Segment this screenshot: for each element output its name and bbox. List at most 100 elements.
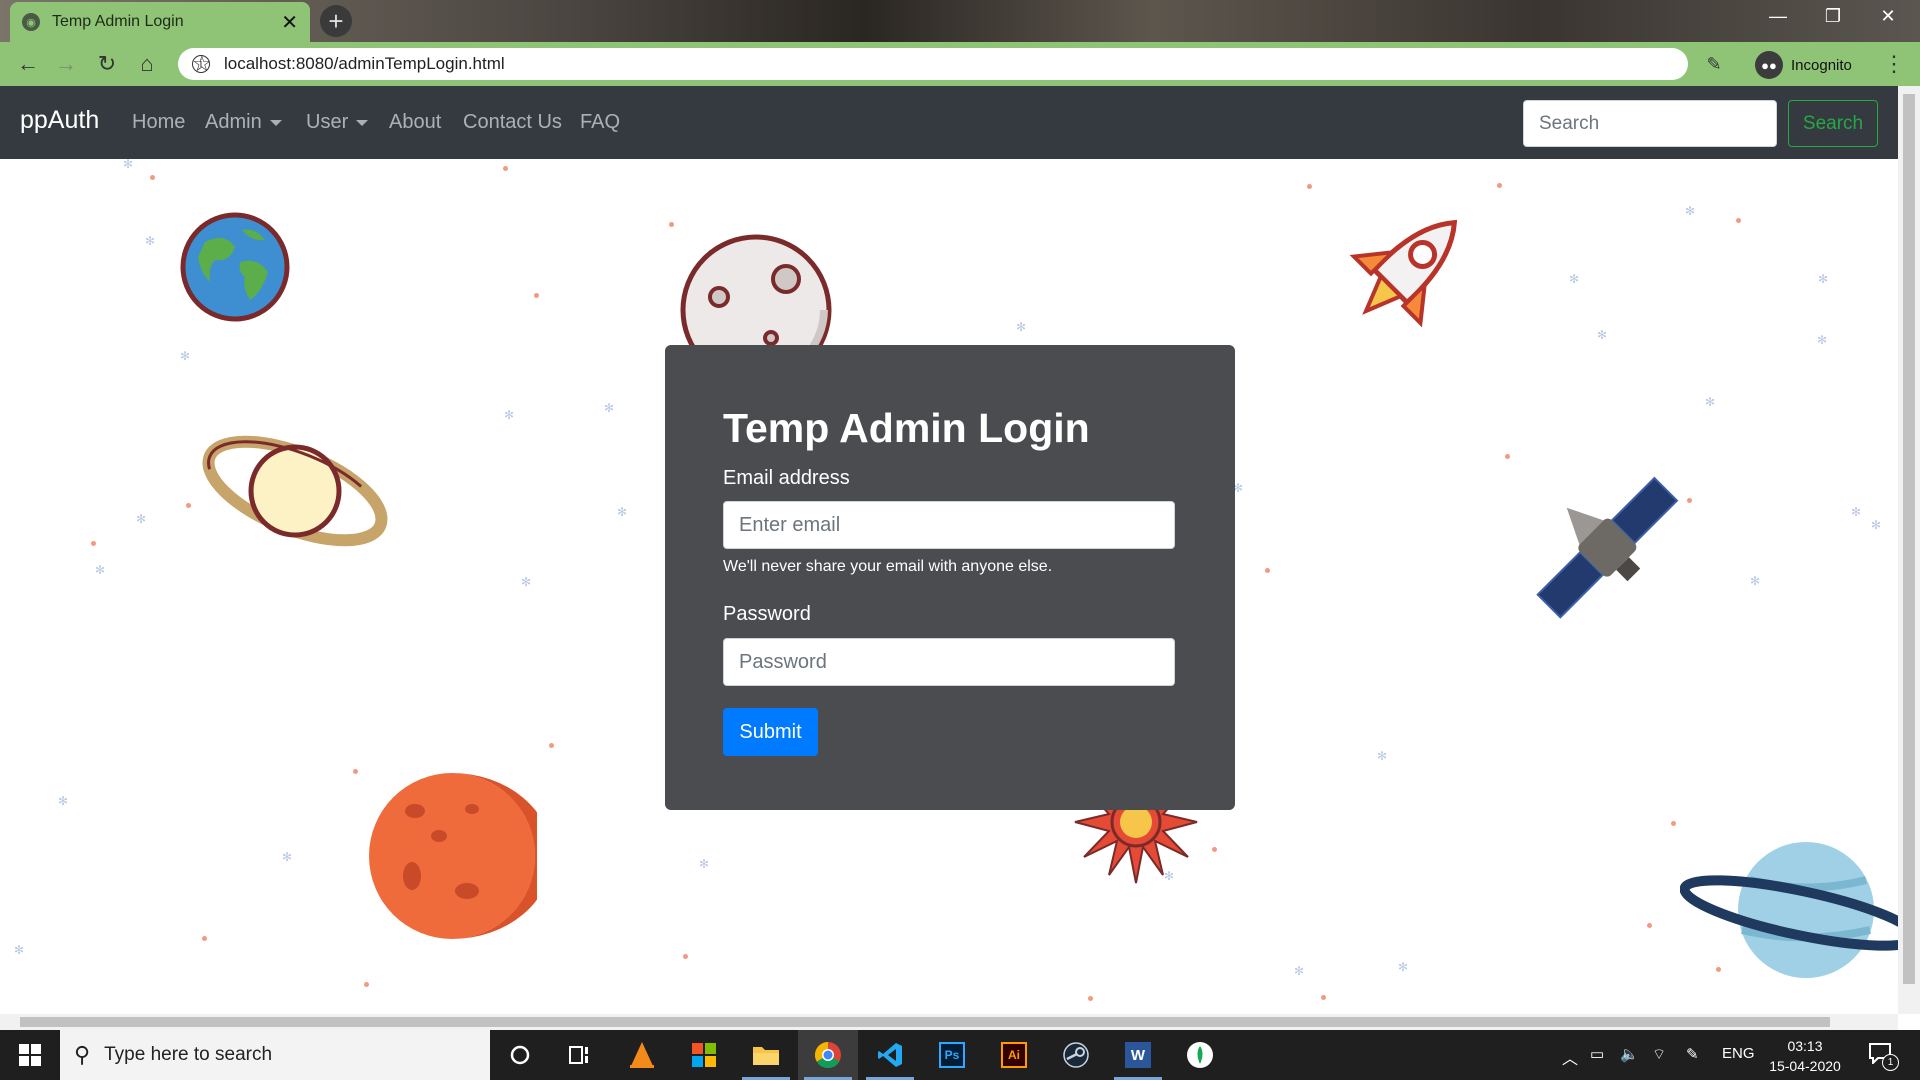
minimize-button[interactable]: —	[1758, 6, 1798, 27]
taskbar-app-word[interactable]: W	[1108, 1030, 1168, 1080]
taskbar-app-chrome[interactable]	[798, 1030, 858, 1080]
sparkle-icon: ✻	[180, 349, 191, 363]
mongodb-leaf-icon	[1187, 1042, 1213, 1068]
browser-title-bar: ◉ Temp Admin Login ✕ + — ❐ ✕	[0, 0, 1920, 42]
bookmark-star-icon[interactable]: ☆	[192, 53, 212, 75]
decorative-dot	[1736, 218, 1741, 223]
vertical-scrollbar[interactable]	[1898, 86, 1920, 1014]
start-button[interactable]	[0, 1030, 60, 1080]
sparkle-icon: ✻	[604, 401, 615, 415]
decorative-dot	[1321, 995, 1326, 1000]
language-indicator[interactable]: ENG	[1722, 1045, 1755, 1062]
chrome-icon	[814, 1041, 841, 1069]
site-navbar: ppAuth Home Admin User About Contact Us …	[0, 86, 1898, 159]
submit-button[interactable]: Submit	[723, 708, 818, 756]
folder-icon	[753, 1047, 779, 1065]
show-hidden-icons[interactable]: ︿	[1562, 1045, 1578, 1069]
nav-search-button[interactable]: Search	[1788, 100, 1878, 147]
sparkle-icon: ✻	[1569, 272, 1580, 286]
taskbar-app-photoshop[interactable]: Ps	[922, 1030, 982, 1080]
url-text[interactable]: localhost:8080/adminTempLogin.html	[224, 54, 1674, 74]
sparkle-icon: ✻	[136, 512, 147, 526]
back-arrow-icon[interactable]: ←	[14, 50, 42, 78]
taskbar-app-mongodb[interactable]	[1170, 1030, 1230, 1080]
cortana-button[interactable]	[490, 1030, 550, 1080]
sparkle-icon: ✻	[95, 563, 106, 577]
nav-contact-us[interactable]: Contact Us	[463, 111, 562, 134]
tab-title: Temp Admin Login	[52, 13, 184, 30]
forward-arrow-icon[interactable]: →	[52, 50, 80, 78]
blue-planet-icon	[1680, 842, 1898, 978]
password-field[interactable]	[723, 638, 1175, 686]
task-view-button[interactable]	[550, 1030, 610, 1080]
taskbar-app-vlc[interactable]	[612, 1030, 672, 1080]
action-center-button[interactable]: 1	[1866, 1040, 1899, 1071]
decorative-dot	[353, 769, 358, 774]
battery-icon[interactable]: ▭	[1590, 1045, 1604, 1063]
decorative-dot	[150, 175, 155, 180]
brand-logo[interactable]: ppAuth	[20, 106, 99, 135]
extension-icon[interactable]: ✎	[1700, 50, 1728, 78]
decorative-dot	[1265, 568, 1270, 573]
sparkle-icon: ✻	[1750, 574, 1761, 588]
nav-admin-dropdown[interactable]: Admin	[205, 111, 282, 134]
system-clock[interactable]: 03:13 15-04-2020	[1760, 1036, 1850, 1076]
taskbar-app-store[interactable]	[674, 1030, 734, 1080]
vertical-scroll-thumb[interactable]	[1903, 94, 1915, 984]
nav-user-dropdown[interactable]: User	[306, 111, 369, 134]
incognito-icon: ●●	[1755, 51, 1783, 79]
nav-user-label: User	[306, 111, 349, 133]
sparkle-icon: ✻	[1817, 333, 1828, 347]
new-tab-button[interactable]: +	[320, 5, 352, 37]
decorative-dot	[1647, 923, 1652, 928]
page-title: Temp Admin Login	[723, 405, 1090, 451]
decorative-dot	[669, 222, 674, 227]
decorative-dot	[364, 982, 369, 987]
decorative-dot	[1212, 847, 1217, 852]
decorative-dot	[534, 293, 539, 298]
wifi-icon[interactable]: ⌔	[1652, 1045, 1666, 1064]
nav-search-input[interactable]	[1523, 100, 1777, 147]
menu-dots-icon[interactable]: ⋮	[1880, 50, 1908, 78]
close-window-button[interactable]: ✕	[1868, 6, 1908, 27]
nav-about[interactable]: About	[389, 111, 441, 134]
login-card: Temp Admin Login Email address We'll nev…	[665, 345, 1235, 810]
volume-icon[interactable]: 🔈	[1620, 1045, 1639, 1063]
restore-button[interactable]: ❐	[1813, 6, 1853, 27]
email-field[interactable]	[723, 501, 1175, 549]
vscode-icon	[878, 1043, 902, 1067]
saturn-icon	[202, 435, 388, 547]
taskbar-app-steam[interactable]	[1046, 1030, 1106, 1080]
nav-faq[interactable]: FAQ	[580, 111, 620, 134]
cortana-icon	[510, 1045, 530, 1065]
taskbar-app-vscode[interactable]	[860, 1030, 920, 1080]
pen-icon[interactable]: ✎	[1686, 1045, 1699, 1063]
clock-date: 15-04-2020	[1769, 1058, 1841, 1074]
password-label: Password	[723, 603, 811, 625]
illustrator-icon: Ai	[1001, 1042, 1027, 1068]
reload-icon[interactable]: ↻	[93, 50, 121, 78]
notification-count-badge: 1	[1882, 1054, 1899, 1071]
vlc-icon	[630, 1042, 654, 1068]
horizontal-scrollbar[interactable]	[0, 1014, 1898, 1030]
incognito-profile[interactable]: ●● Incognito	[1755, 49, 1865, 81]
taskbar-search-box[interactable]: ⚲ Type here to search	[60, 1030, 490, 1080]
nav-home[interactable]: Home	[132, 111, 185, 134]
satellite-icon	[1536, 476, 1679, 619]
search-icon: ⚲	[74, 1042, 91, 1067]
sparkle-icon: ✻	[14, 943, 25, 957]
browser-tab[interactable]: ◉ Temp Admin Login ✕	[10, 2, 310, 42]
decorative-dot	[1307, 184, 1312, 189]
steam-icon	[1063, 1042, 1089, 1068]
sparkle-icon: ✻	[1597, 328, 1608, 342]
tab-close-icon[interactable]: ✕	[281, 10, 298, 35]
address-bar[interactable]: i localhost:8080/adminTempLogin.html ☆	[178, 48, 1688, 80]
sparkle-icon: ✻	[1851, 505, 1862, 519]
taskbar-search-placeholder: Type here to search	[104, 1044, 273, 1065]
decorative-dot	[1088, 996, 1093, 1001]
home-icon[interactable]: ⌂	[133, 50, 161, 78]
horizontal-scroll-thumb[interactable]	[20, 1017, 1830, 1027]
sparkle-icon: ✻	[617, 505, 628, 519]
taskbar-app-file-explorer[interactable]	[736, 1030, 796, 1080]
taskbar-app-illustrator[interactable]: Ai	[984, 1030, 1044, 1080]
